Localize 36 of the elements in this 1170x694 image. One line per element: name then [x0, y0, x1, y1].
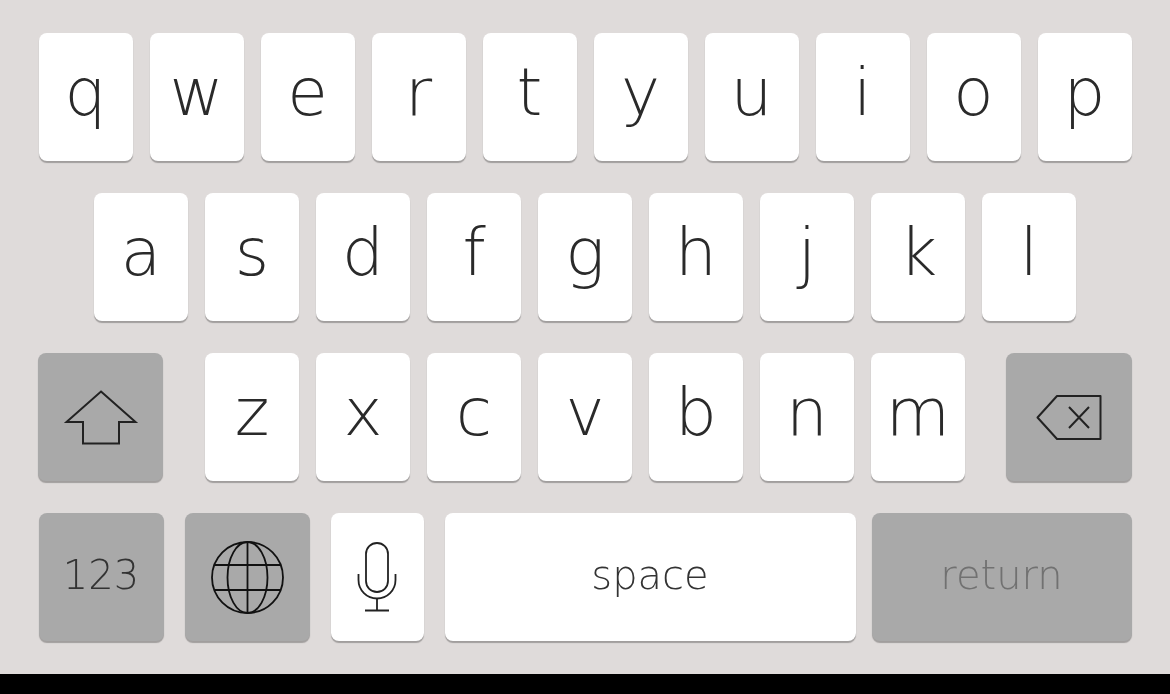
- letter-key[interactable]: v: [538, 353, 632, 481]
- letter-key[interactable]: f: [427, 193, 521, 321]
- letter-key[interactable]: t: [482, 33, 577, 161]
- letter-key[interactable]: k: [871, 193, 965, 321]
- letter-key[interactable]: z: [205, 353, 299, 481]
- letter-key[interactable]: x: [316, 353, 410, 481]
- letter-key[interactable]: i: [815, 33, 910, 161]
- letter-key[interactable]: o: [926, 33, 1021, 161]
- shift-key[interactable]: [38, 353, 163, 481]
- letter-key[interactable]: j: [760, 193, 854, 321]
- up-arrow-icon: [64, 389, 137, 445]
- globe-icon: [210, 540, 284, 614]
- letter-key[interactable]: h: [649, 193, 743, 321]
- letter-key[interactable]: n: [760, 353, 854, 481]
- letter-key[interactable]: b: [649, 353, 743, 481]
- letter-key[interactable]: w: [149, 33, 244, 161]
- backspace-icon: [1036, 394, 1102, 440]
- letter-key[interactable]: p: [1037, 33, 1132, 161]
- globe-key[interactable]: [184, 513, 310, 641]
- letter-key[interactable]: s: [205, 193, 299, 321]
- delete-key[interactable]: [1006, 353, 1132, 481]
- letter-key[interactable]: c: [427, 353, 521, 481]
- letter-key[interactable]: a: [94, 193, 188, 321]
- letter-key[interactable]: e: [260, 33, 355, 161]
- letter-key[interactable]: m: [871, 353, 965, 481]
- letter-key[interactable]: u: [704, 33, 799, 161]
- space-key[interactable]: space: [444, 513, 856, 641]
- letter-key[interactable]: g: [538, 193, 632, 321]
- letter-key[interactable]: y: [593, 33, 688, 161]
- letter-key[interactable]: q: [38, 33, 133, 161]
- letter-key[interactable]: r: [371, 33, 466, 161]
- microphone-icon: [357, 542, 397, 612]
- microphone-key[interactable]: [330, 513, 424, 641]
- numbers-key[interactable]: 123: [38, 513, 164, 641]
- letter-key[interactable]: l: [982, 193, 1076, 321]
- letter-key[interactable]: d: [316, 193, 410, 321]
